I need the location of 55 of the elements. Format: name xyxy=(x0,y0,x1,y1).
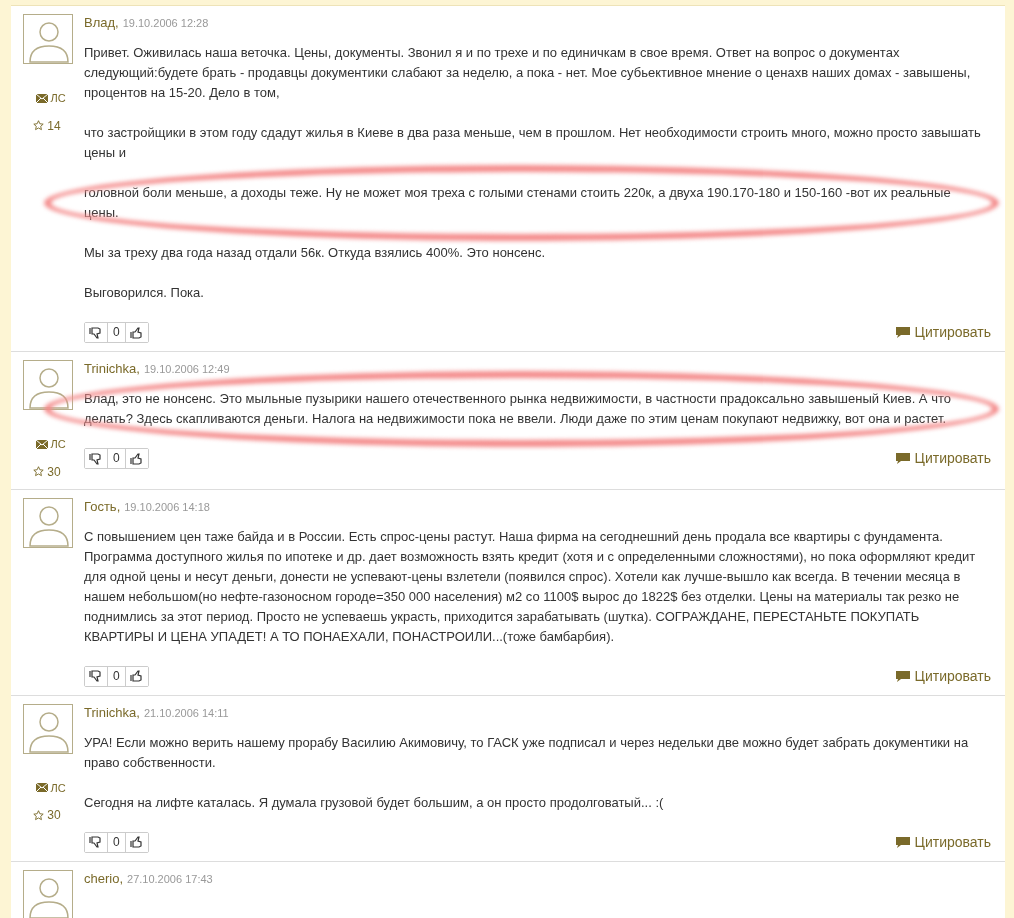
post-date: 19.10.2006 12:49 xyxy=(143,363,230,375)
thumbs-up-icon xyxy=(129,835,144,849)
post-text: что застройщики в этом году сдадут жилья в Киеве в два раза меньше, чем в прошлом. Нет необходимости строить много, можно просто завышать цены и xyxy=(84,124,982,162)
avatar xyxy=(22,14,73,64)
post-text: Сегодня на лифте каталась. Я думала грузовой будет большим, а он просто продолговатый... :( xyxy=(84,793,665,812)
private-message-link[interactable]: ЛС xyxy=(36,436,66,453)
thumbs-down-icon xyxy=(89,669,103,683)
rating-count: 30 xyxy=(47,807,61,824)
author-name[interactable]: cherio, xyxy=(84,870,124,886)
post-text: Влад, это не нонсенс. Это мыльные пузырики нашего отечественного рынка недвижимости, в частности прадоксально завышеный Киев. А что делать? Здесь скапливаются деньги. Налога на недвижимости пока не ввели. Люди даже по этим ценам покупают недвижку, вот она и растет. xyxy=(84,389,983,429)
vote-count: 0 xyxy=(107,832,126,852)
star-icon xyxy=(33,120,45,131)
envelope-icon xyxy=(36,93,49,103)
vote-count: 0 xyxy=(107,323,126,342)
post-text: Выговорился. Пока. xyxy=(84,284,205,302)
vote-count: 0 xyxy=(107,666,126,686)
avatar xyxy=(22,497,73,548)
envelope-icon xyxy=(36,439,49,449)
thumbs-down-icon xyxy=(89,835,103,849)
speech-bubble-icon xyxy=(894,452,911,465)
star-icon xyxy=(33,466,45,477)
quote-link[interactable]: Цитировать xyxy=(894,322,991,343)
post-date: 19.10.2006 12:28 xyxy=(122,17,209,29)
envelope-icon xyxy=(36,783,49,793)
author-name[interactable]: Trinichka, xyxy=(84,361,140,376)
thumbs-up-icon xyxy=(129,669,144,683)
quote-link[interactable]: Цитировать xyxy=(894,448,991,469)
thumbs-down-icon xyxy=(89,451,103,466)
post-text: Мы за треху два года назад отдали 56к. Откуда взялись 400%. Это нонсенс. xyxy=(84,244,547,262)
post-date: 19.10.2006 14:18 xyxy=(124,500,210,513)
vote-count: 0 xyxy=(107,449,126,468)
quote-link[interactable]: Цитировать xyxy=(894,665,991,687)
quote-link[interactable]: Цитировать xyxy=(894,831,991,853)
rating-count: 30 xyxy=(47,463,61,481)
author-name[interactable]: Влад, xyxy=(84,15,119,30)
thumbs-up-icon xyxy=(129,451,144,466)
speech-bubble-icon xyxy=(894,326,911,339)
speech-bubble-icon xyxy=(894,669,911,683)
post-date: 27.10.2006 17:43 xyxy=(127,872,213,885)
post-text: головной боли меньше, а доходы теже. Ну не может моя треха с голыми стенами стоить 220к, а двуха 190.170-180 и 150-160 -вот их реальные цены. xyxy=(84,183,983,223)
avatar xyxy=(22,360,73,410)
post-text: Привет. Оживилась наша веточка. Цены, документы. Звонил я и по трехе и по единичкам в свое время. Ответ на вопрос о документах следующий:будете брать - продавцы документики слабают за неделю, а пока - нет. Мое субьективное мнение о ценахв наших домах - завышены, процентов на 15-20. Дело в том, xyxy=(84,44,972,102)
author-name[interactable]: Trinichka, xyxy=(84,704,140,720)
rating-count: 14 xyxy=(47,117,61,135)
avatar xyxy=(22,703,73,754)
private-message-link[interactable]: ЛС xyxy=(36,90,66,107)
author-name[interactable]: Гость, xyxy=(84,498,121,514)
post-text: С повышением цен таже байда и в России. Есть спрос-цены растут. Наша фирма на сегоднешний день продала все квартиры с фундамента. Программа доступного жилья по ипотеке и др. дает возможность взять кредит (хотя и с определенными сложностями), но пока оформляют кредит для одной цены и несут деньги, донести не успевают-цены взлетели (появился спрос). Хотели как лучше-вышло как всегда. В течении месяца в нашем небольшом(но нефте-газоносном городе=350 000 населения) м2 со 1100$ вырос до 1822$ без отделки. Цены на материалы так резко не поднимлись за этот период. Просто не успеваешь украсть, приходится зарабатывать (шутка). СОГРАЖДАНЕ, ПЕРЕСТАНЬТЕ ПОКУПАТЬ КВАРТИРЫ И ЦЕНА УПАДЕТ! А ТО ПОНАЕХАЛИ, ПОНАСТРОИЛИ...(тоже бамбарбия). xyxy=(84,527,977,646)
thumbs-down-icon xyxy=(89,325,103,340)
thumbs-up-icon xyxy=(129,325,144,340)
private-message-link[interactable]: ЛС xyxy=(36,779,66,796)
post-date: 21.10.2006 14:11 xyxy=(143,706,229,719)
speech-bubble-icon xyxy=(894,835,911,849)
post-text: УРА! Если можно верить нашему прорабу Василию Акимовичу, то ГАСК уже подписал и через недельки две можно будет забрать документики на право собственности. xyxy=(84,733,970,772)
star-icon xyxy=(33,809,45,821)
